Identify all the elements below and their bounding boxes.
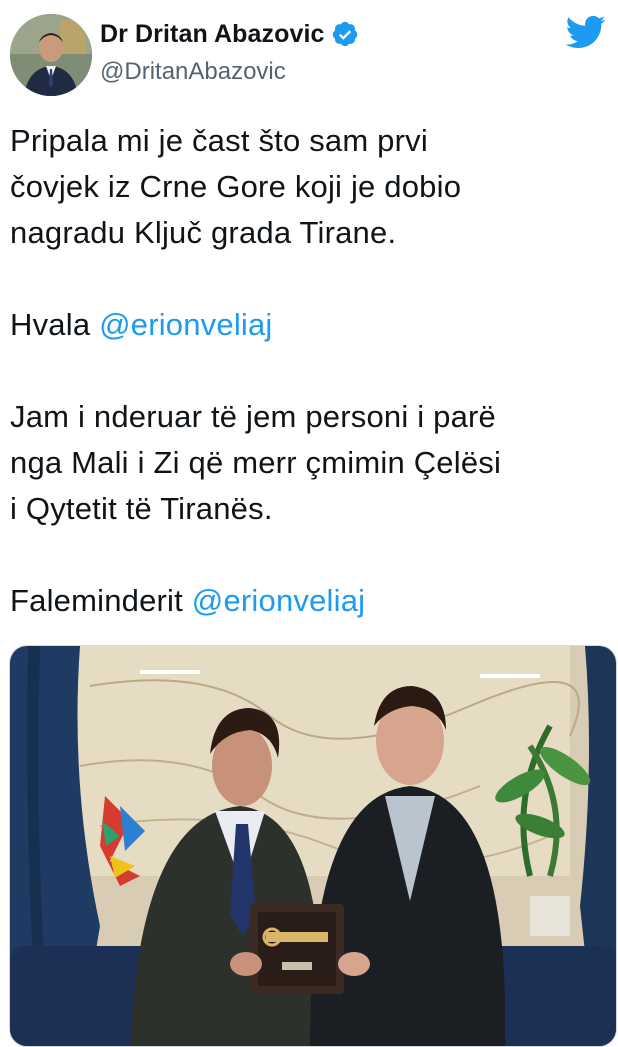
mention-link[interactable]: @erionveliaj bbox=[99, 307, 272, 342]
mention-link[interactable]: @erionveliaj bbox=[192, 583, 365, 618]
tweet-paragraph-4: Faleminderit @erionveliaj bbox=[10, 578, 610, 624]
tweet-line: čovjek iz Crne Gore koji je dobio bbox=[10, 169, 462, 204]
verified-badge-icon bbox=[331, 20, 359, 48]
tweet-header: Dr Dritan Abazovic @DritanAbazovic bbox=[8, 8, 610, 98]
tweet-paragraph-2: Hvala @erionveliaj bbox=[10, 302, 610, 348]
thanks-text: Hvala bbox=[10, 307, 100, 342]
display-name[interactable]: Dr Dritan Abazovic bbox=[100, 20, 325, 49]
tweet-paragraph-1: Pripala mi je čast što sam prvi čovjek i… bbox=[10, 118, 610, 256]
tweet-paragraph-3: Jam i nderuar të jem personi i parë nga … bbox=[10, 394, 610, 532]
tweet-photo[interactable] bbox=[9, 645, 617, 1047]
thanks-text: Faleminderit bbox=[10, 583, 192, 618]
tweet-card: Dr Dritan Abazovic @DritanAbazovic Pripa… bbox=[0, 0, 618, 1047]
tweet-text: Pripala mi je čast što sam prvi čovjek i… bbox=[10, 118, 610, 624]
author-block: Dr Dritan Abazovic @DritanAbazovic bbox=[100, 18, 359, 86]
avatar[interactable] bbox=[10, 14, 92, 96]
tweet-line: i Qytetit të Tiranës. bbox=[10, 491, 273, 526]
tweet-line: Pripala mi je čast što sam prvi bbox=[10, 123, 428, 158]
handle[interactable]: @DritanAbazovic bbox=[100, 58, 359, 86]
tweet-line: nga Mali i Zi që merr çmimin Çelësi bbox=[10, 445, 502, 480]
tweet-line: nagradu Ključ grada Tirane. bbox=[10, 215, 397, 250]
twitter-bird-icon[interactable] bbox=[564, 14, 606, 50]
tweet-line: Jam i nderuar të jem personi i parë bbox=[10, 399, 497, 434]
